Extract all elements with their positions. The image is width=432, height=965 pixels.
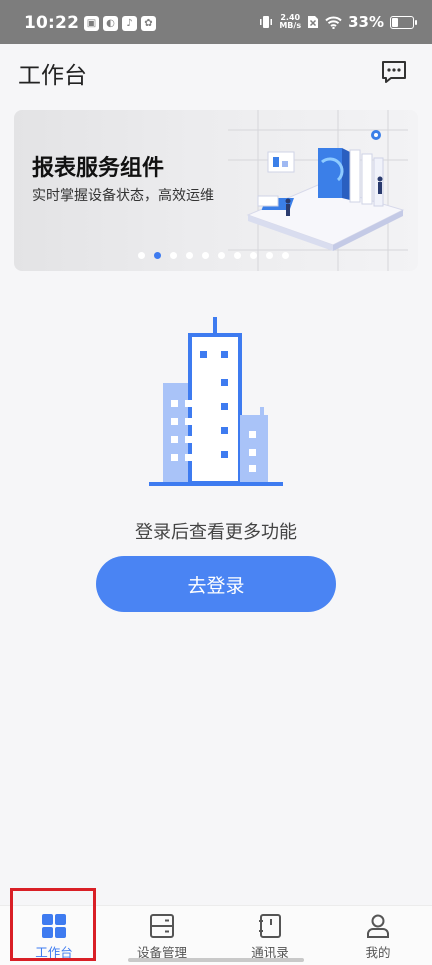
battery-percent: 33% — [348, 13, 384, 31]
sim-off-icon — [308, 16, 319, 28]
carousel-dot[interactable] — [250, 252, 257, 259]
banner-title: 报表服务组件 — [32, 156, 165, 181]
net-speed-unit: MB/s — [279, 21, 302, 30]
carousel-dot[interactable] — [218, 252, 225, 259]
carousel-dot[interactable] — [266, 252, 273, 259]
bottom-tab-bar: 工作台 设备管理 通讯录 我的 — [0, 905, 432, 965]
app-header: 工作台 — [0, 44, 432, 100]
notification-icons: ▣ ◐ ♪ ✿ — [84, 16, 156, 31]
status-time: 10:22 — [24, 13, 80, 33]
server-icon — [150, 914, 174, 938]
status-bar: 10:22 ▣ ◐ ♪ ✿ 2.40 MB/s 33% — [0, 0, 432, 44]
carousel-dots — [138, 252, 289, 259]
carousel-dot[interactable] — [234, 252, 241, 259]
tab-contacts[interactable]: 通讯录 — [216, 906, 324, 965]
tab-label: 我的 — [365, 945, 391, 960]
vibrate-icon — [260, 16, 273, 28]
carousel-dot[interactable] — [282, 252, 289, 259]
calendar-app-icon: ▣ — [84, 16, 99, 31]
baidu-icon: ✿ — [141, 16, 156, 31]
carousel-dot[interactable] — [138, 252, 145, 259]
battery-icon — [390, 15, 417, 29]
login-button[interactable]: 去登录 — [96, 556, 336, 612]
grid-icon — [42, 914, 66, 938]
page-title: 工作台 — [18, 63, 87, 89]
tab-workbench[interactable]: 工作台 — [0, 906, 108, 965]
chat-bubble-icon — [382, 61, 406, 83]
network-speed: 2.40 MB/s — [279, 14, 301, 30]
tab-device-management[interactable]: 设备管理 — [108, 906, 216, 965]
carousel-dot[interactable] — [186, 252, 193, 259]
contacts-book-icon — [259, 914, 281, 938]
banner-illustration — [228, 110, 408, 271]
promo-banner[interactable]: 报表服务组件 实时掌握设备状态，高效运维 — [14, 110, 418, 271]
carousel-dot[interactable] — [170, 252, 177, 259]
tab-mine[interactable]: 我的 — [324, 906, 432, 965]
tiktok-icon: ♪ — [122, 16, 137, 31]
carousel-dot[interactable] — [202, 252, 209, 259]
building-illustration — [149, 317, 283, 486]
person-icon — [367, 914, 389, 938]
home-indicator — [128, 958, 304, 962]
login-hint: 登录后查看更多功能 — [135, 522, 297, 543]
message-button[interactable] — [378, 56, 410, 88]
wifi-icon — [325, 16, 342, 29]
banner-subtitle: 实时掌握设备状态，高效运维 — [32, 188, 214, 204]
carousel-dot[interactable] — [154, 252, 161, 259]
status-indicators: 2.40 MB/s 33% — [259, 13, 417, 31]
shell-app-icon: ◐ — [103, 16, 118, 31]
tab-label: 工作台 — [35, 945, 73, 960]
